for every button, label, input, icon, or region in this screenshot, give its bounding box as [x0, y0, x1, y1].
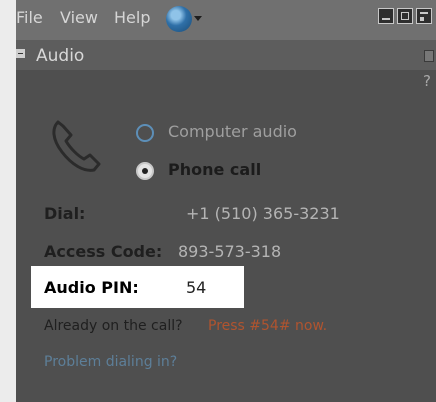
- popout-icon[interactable]: [424, 50, 434, 62]
- dial-label: Dial:: [44, 204, 86, 223]
- audio-pin-value: 54: [186, 278, 207, 297]
- computer-audio-radio[interactable]: [136, 124, 154, 142]
- access-code-label: Access Code:: [44, 242, 163, 261]
- already-on-call-text: Already on the call?: [44, 318, 183, 334]
- audio-window: File View Help Audio ? Computer audio Ph…: [16, 0, 436, 402]
- computer-audio-label[interactable]: Computer audio: [168, 122, 297, 141]
- phone-call-label[interactable]: Phone call: [168, 160, 261, 179]
- access-code-value: 893-573-318: [178, 242, 282, 261]
- menu-help[interactable]: Help: [114, 8, 150, 27]
- globe-icon[interactable]: [166, 6, 192, 32]
- audio-pin-label: Audio PIN:: [44, 278, 139, 297]
- phone-handset-icon: [52, 120, 101, 172]
- phone-call-radio[interactable]: [136, 162, 154, 180]
- section-title: Audio: [36, 46, 85, 66]
- menu-file[interactable]: File: [16, 8, 43, 27]
- dock-button[interactable]: [416, 8, 432, 24]
- menu-bar: File View Help: [16, 0, 436, 40]
- menu-view[interactable]: View: [60, 8, 98, 27]
- press-pin-instruction: Press #54# now.: [208, 318, 328, 334]
- audio-section-header[interactable]: Audio: [16, 40, 436, 70]
- collapse-icon[interactable]: [16, 49, 25, 58]
- minimize-button[interactable]: [378, 8, 394, 24]
- dial-number: +1 (510) 365-3231: [186, 204, 340, 223]
- chevron-down-icon[interactable]: [194, 16, 202, 21]
- problem-dialing-link[interactable]: Problem dialing in?: [44, 354, 177, 370]
- restore-button[interactable]: [397, 8, 413, 24]
- help-icon[interactable]: ?: [423, 72, 431, 90]
